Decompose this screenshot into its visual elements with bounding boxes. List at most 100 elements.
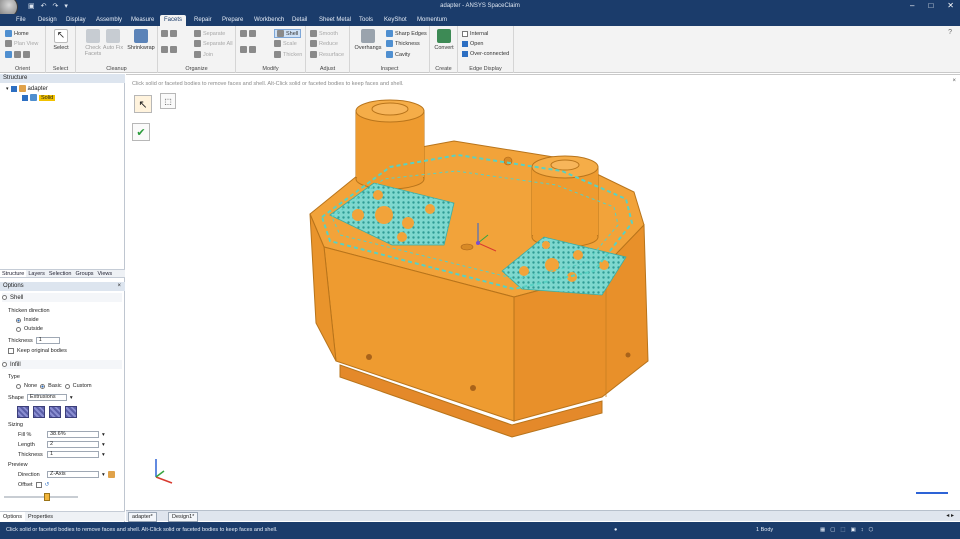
offset-slider[interactable] (4, 493, 78, 501)
doc-tab-adapter[interactable]: adapter* (128, 512, 157, 522)
infill-pattern-2-icon[interactable] (33, 406, 45, 418)
tab-momentum[interactable]: Momentum (413, 15, 451, 26)
design-viewport[interactable]: Click solid or faceted bodies to remove … (126, 74, 960, 510)
slider-thumb[interactable] (44, 493, 50, 501)
overhangs-button[interactable]: Overhangs (351, 29, 385, 51)
tab-prepare[interactable]: Prepare (218, 15, 247, 26)
tree-root[interactable]: ▾ adapter (6, 85, 48, 92)
thickness-input[interactable]: 1 (35, 337, 60, 344)
reset-icon[interactable]: ↺ (45, 482, 50, 488)
fill-row: Fill % 38.6% ▾ (18, 431, 105, 438)
fill-percent-input[interactable]: 38.6% (47, 431, 99, 438)
checkbox (462, 41, 468, 47)
tab-assembly[interactable]: Assembly (92, 15, 126, 26)
tab-layers[interactable]: Layers (26, 270, 47, 277)
shell-section[interactable]: Shell (2, 293, 122, 302)
tab-file[interactable]: File (12, 15, 30, 26)
tab-measure[interactable]: Measure (127, 15, 158, 26)
maximize-button[interactable]: □ (928, 1, 933, 10)
direction-pick-icon[interactable] (107, 471, 115, 478)
internal-checkbox[interactable]: Internal (462, 31, 488, 37)
reduce-button[interactable]: Reduce (310, 40, 338, 47)
join-button[interactable]: Join (194, 51, 213, 58)
basic-radio[interactable] (40, 383, 46, 389)
doc-tab-scroll-icon[interactable]: ◂ ▸ (946, 512, 954, 519)
sharp-edges-button[interactable]: Sharp Edges (386, 30, 427, 37)
shell-button[interactable]: Shell (274, 29, 302, 38)
tab-facets[interactable]: Facets (160, 15, 187, 26)
resurface-button[interactable]: Resurface (310, 51, 344, 58)
info-icon[interactable]: ● (614, 527, 617, 533)
tab-options[interactable]: Options (0, 512, 25, 521)
tab-display[interactable]: Display (62, 15, 90, 26)
expand-icon[interactable]: ▾ (6, 86, 9, 92)
infill-thickness-input[interactable]: 1 (47, 451, 99, 458)
infill-section[interactable]: Infill (2, 360, 122, 369)
view-tools[interactable] (5, 51, 30, 58)
custom-radio[interactable] (64, 383, 70, 389)
tab-design[interactable]: Design (34, 15, 61, 26)
tab-workbench[interactable]: Workbench (250, 15, 288, 26)
close-button[interactable]: ✕ (947, 1, 954, 10)
modify-tools-2[interactable] (240, 46, 256, 53)
home-button[interactable]: Home (5, 30, 29, 37)
infill-pattern-3-icon[interactable] (49, 406, 61, 418)
infill-pattern-4-icon[interactable] (65, 406, 77, 418)
spin-icon[interactable]: ▾ (102, 432, 105, 438)
auto-fix-button[interactable]: Auto Fix (102, 29, 124, 51)
scale-button[interactable]: Scale (274, 40, 297, 47)
viewport-close-icon[interactable]: × (952, 78, 956, 84)
infill-pattern-1-icon[interactable] (17, 406, 29, 418)
shrinkwrap-button[interactable]: Shrinkwrap (124, 29, 158, 51)
open-checkbox[interactable]: Open (462, 41, 483, 47)
bottom-panel-tabs: Options Properties (0, 511, 125, 521)
chevron-down-icon[interactable]: ▾ (70, 395, 73, 401)
tab-detail[interactable]: Detail (288, 15, 311, 26)
spin-icon[interactable]: ▾ (102, 452, 105, 458)
tree-item-solid[interactable]: Solid (22, 94, 56, 101)
convert-button[interactable]: Convert (430, 29, 458, 51)
tab-keyshot[interactable]: KeyShot (380, 15, 411, 26)
tab-repair[interactable]: Repair (190, 15, 216, 26)
status-tools[interactable]: ▦▢⬚▣↕⬡ (820, 527, 878, 533)
tab-views[interactable]: Views (96, 270, 115, 277)
tab-sheet-metal[interactable]: Sheet Metal (315, 15, 355, 26)
tab-tools[interactable]: Tools (355, 15, 377, 26)
facet-tools-2[interactable] (161, 46, 177, 53)
inside-radio[interactable]: Inside (16, 317, 39, 323)
spin-icon[interactable]: ▾ (102, 442, 105, 448)
chevron-down-icon[interactable]: ▾ (102, 472, 105, 478)
sizing-label: Sizing (8, 422, 23, 428)
tab-properties[interactable]: Properties (25, 512, 56, 521)
outside-radio[interactable]: Outside (16, 326, 43, 332)
convert-icon (437, 29, 451, 43)
shape-dropdown[interactable]: Extrusions (26, 394, 67, 401)
thickness-button[interactable]: Thickness (386, 40, 420, 47)
length-input[interactable]: 2 (47, 441, 99, 448)
modify-tools[interactable] (240, 30, 256, 37)
smooth-button[interactable]: Smooth (310, 30, 338, 37)
visibility-checkbox[interactable] (22, 94, 28, 101)
help-icon[interactable]: ? (948, 29, 952, 36)
none-radio[interactable] (16, 383, 21, 389)
cavity-button[interactable]: Cavity (386, 51, 410, 58)
adapter-part[interactable] (309, 99, 649, 438)
tab-groups[interactable]: Groups (73, 270, 95, 277)
pin-icon[interactable]: × (117, 283, 121, 289)
separate-button[interactable]: Separate (194, 30, 225, 37)
facet-tools[interactable] (161, 30, 177, 37)
offset-checkbox[interactable] (35, 482, 42, 488)
tab-structure[interactable]: Structure (0, 270, 27, 277)
keep-original-checkbox[interactable]: Keep original bodies (8, 348, 67, 354)
minimize-button[interactable]: – (910, 1, 914, 10)
3d-model-canvas[interactable] (126, 75, 960, 511)
over-connected-checkbox[interactable]: Over-connected (462, 51, 509, 57)
visibility-checkbox[interactable] (10, 85, 17, 92)
select-button[interactable]: ↖ Select (46, 29, 76, 51)
separate-all-button[interactable]: Separate All (194, 40, 233, 47)
thicken-button[interactable]: Thicken (274, 51, 302, 58)
plan-view-button[interactable]: Plan View (5, 40, 38, 47)
direction-dropdown[interactable]: Z-Axis (47, 471, 99, 478)
doc-tab-design1[interactable]: Design1* (168, 512, 199, 522)
tab-selection[interactable]: Selection (47, 270, 74, 277)
